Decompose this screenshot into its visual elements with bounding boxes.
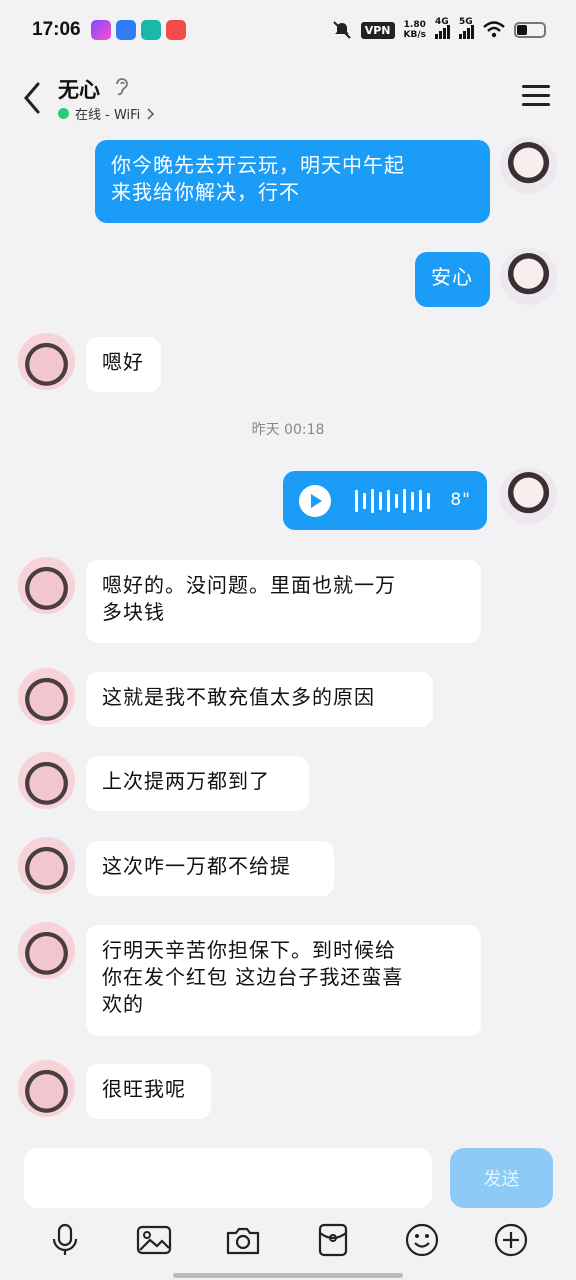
emoji-icon[interactable]	[402, 1220, 442, 1260]
input-bar: 发送	[0, 1140, 576, 1280]
wifi-icon	[483, 21, 505, 38]
microphone-icon[interactable]	[45, 1220, 85, 1260]
message-bubble[interactable]: 安心	[415, 252, 490, 307]
app-notification-icon	[165, 20, 186, 40]
peer-avatar[interactable]	[18, 922, 75, 979]
menu-button[interactable]	[522, 85, 550, 109]
voice-duration: 8"	[450, 490, 471, 510]
message-bubble[interactable]: 嗯好	[86, 337, 161, 392]
net-speed-unit: KB/s	[403, 30, 426, 40]
menu-line	[522, 85, 550, 88]
peer-avatar[interactable]	[18, 1060, 75, 1117]
message-bubble[interactable]: 上次提两万都到了	[86, 756, 309, 811]
home-indicator[interactable]	[173, 1273, 403, 1278]
ear-icon[interactable]	[112, 76, 132, 98]
peer-avatar[interactable]	[18, 557, 75, 614]
network-speed: 1.80 KB/s	[404, 20, 426, 40]
menu-line	[522, 103, 550, 106]
notification-icons	[90, 20, 186, 40]
status-time: 17:06	[32, 19, 81, 40]
chevron-right-icon	[147, 107, 155, 120]
message-bubble[interactable]: 这就是我不敢充值太多的原因	[86, 672, 433, 727]
boss-app-icon	[140, 20, 161, 40]
net-speed-value: 1.80	[403, 20, 426, 30]
my-avatar[interactable]	[500, 467, 557, 524]
message-input[interactable]	[24, 1148, 432, 1208]
input-toolbar	[0, 1220, 576, 1264]
waveform-icon	[355, 488, 430, 513]
app-notification-icon	[90, 20, 111, 40]
message-bubble[interactable]: 这次咋一万都不给提	[86, 841, 334, 896]
back-button[interactable]	[18, 80, 48, 116]
peer-avatar[interactable]	[18, 837, 75, 894]
vpn-badge: VPN	[360, 21, 395, 39]
play-icon[interactable]	[299, 484, 331, 517]
my-avatar[interactable]	[500, 137, 557, 194]
message-bubble[interactable]: 嗯好的。没问题。里面也就一万 多块钱	[86, 560, 481, 643]
peer-avatar[interactable]	[18, 333, 75, 390]
message-bubble[interactable]: 很旺我呢	[86, 1064, 211, 1119]
image-icon[interactable]	[134, 1220, 174, 1260]
status-bar: 17:06 VPN 1.80 KB/s 4G 5G	[0, 0, 576, 60]
app-notification-icon	[115, 20, 136, 40]
peer-avatar[interactable]	[18, 668, 75, 725]
message-timestamp: 昨天 00:18	[251, 422, 325, 438]
presence-text: 在线 - WiFi	[75, 108, 141, 123]
plus-icon[interactable]	[491, 1220, 531, 1260]
message-bubble[interactable]: 行明天辛苦你担保下。到时候给 你在发个红包 这边台子我还蛮喜 欢的	[86, 925, 481, 1036]
mute-icon	[333, 21, 351, 39]
chat-header: 无心 在线 - WiFi	[0, 60, 576, 135]
signal-4g-icon: 4G	[435, 17, 450, 39]
my-avatar[interactable]	[500, 248, 557, 305]
message-list[interactable]: 你今晚先去开云玩，明天中午起 来我给你解决，行不 安心 嗯好 昨天 00:18 …	[0, 135, 576, 1135]
red-packet-icon[interactable]	[313, 1220, 353, 1260]
signal-5g-icon: 5G	[459, 17, 474, 39]
message-bubble[interactable]: 你今晚先去开云玩，明天中午起 来我给你解决，行不	[95, 140, 490, 223]
battery-icon	[514, 22, 546, 38]
camera-icon[interactable]	[223, 1220, 263, 1260]
online-dot	[58, 108, 69, 119]
menu-line	[522, 94, 550, 97]
peer-avatar[interactable]	[18, 752, 75, 809]
send-button[interactable]: 发送	[450, 1148, 553, 1208]
presence-status[interactable]: 在线 - WiFi	[58, 104, 156, 123]
voice-message[interactable]: 8"	[283, 471, 487, 530]
contact-name[interactable]: 无心	[58, 74, 100, 104]
